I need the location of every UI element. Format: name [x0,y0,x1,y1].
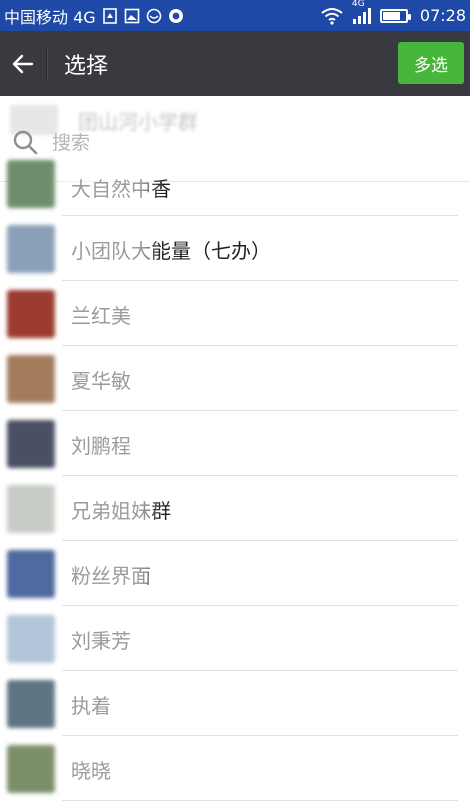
avatar [7,550,55,598]
search-placeholder: 搜索 [52,132,91,154]
back-button[interactable] [0,31,46,96]
battery-icon [379,8,411,23]
carrier-label: 中国移动 4G [4,7,96,27]
clock: 07:28 [419,6,466,25]
ghost-group-name: 团山河小学群 [78,109,198,134]
privacy-blur [62,163,152,209]
avatar [7,680,55,728]
image-icon [124,8,139,23]
security-notification-icon [168,8,183,23]
contact-list: 大自然中香小团队大能量（七办）兰红美夏华敏刘鹏程兄弟姐妹群粉丝界面刘秉芳执着晓晓 [0,160,470,801]
list-item[interactable]: 晓晓 [0,736,470,801]
status-bar: 中国移动 4G 4G 07:28 [0,0,470,31]
privacy-blur [62,681,152,727]
avatar [7,355,55,403]
list-item[interactable]: 粉丝界面 [0,541,470,606]
app-bar: 选择 多选 [0,31,470,96]
list-item[interactable]: 刘鹏程 [0,411,470,476]
network-type-label: 4G [351,0,365,9]
list-item[interactable]: 小团队大能量（七办） [0,216,470,281]
app-bar-divider [46,46,47,81]
privacy-blur [62,226,152,272]
privacy-blur [62,551,152,597]
avatar [7,290,55,338]
list-item[interactable]: 夏华敏 [0,346,470,411]
page-title: 选择 [64,53,109,79]
arrow-left-icon [12,54,34,73]
search-icon [13,130,38,154]
cellular-signal: 4G [352,0,372,25]
wifi-icon [321,7,343,25]
list-item[interactable]: 刘秉芳 [0,606,470,671]
list-item[interactable]: 大自然中香 [0,160,470,216]
avatar [7,420,55,468]
multi-select-button[interactable]: 多选 [398,42,464,84]
privacy-blur [62,616,152,662]
avatar [7,225,55,273]
avatar [7,745,55,793]
list-item[interactable]: 兄弟姐妹群 [0,476,470,541]
privacy-blur [62,356,152,402]
avatar [7,160,55,208]
list-item[interactable]: 执着 [0,671,470,736]
list-item[interactable]: 兰红美 [0,281,470,346]
privacy-blur [62,486,152,532]
app-notification-icon [146,8,161,23]
avatar [7,485,55,533]
signal-bars-icon [352,7,371,24]
privacy-blur [62,291,152,337]
privacy-blur [62,746,152,792]
search-input[interactable]: 搜索 [12,128,90,155]
sim-icon [102,7,117,24]
avatar [7,615,55,663]
privacy-blur [62,421,152,467]
